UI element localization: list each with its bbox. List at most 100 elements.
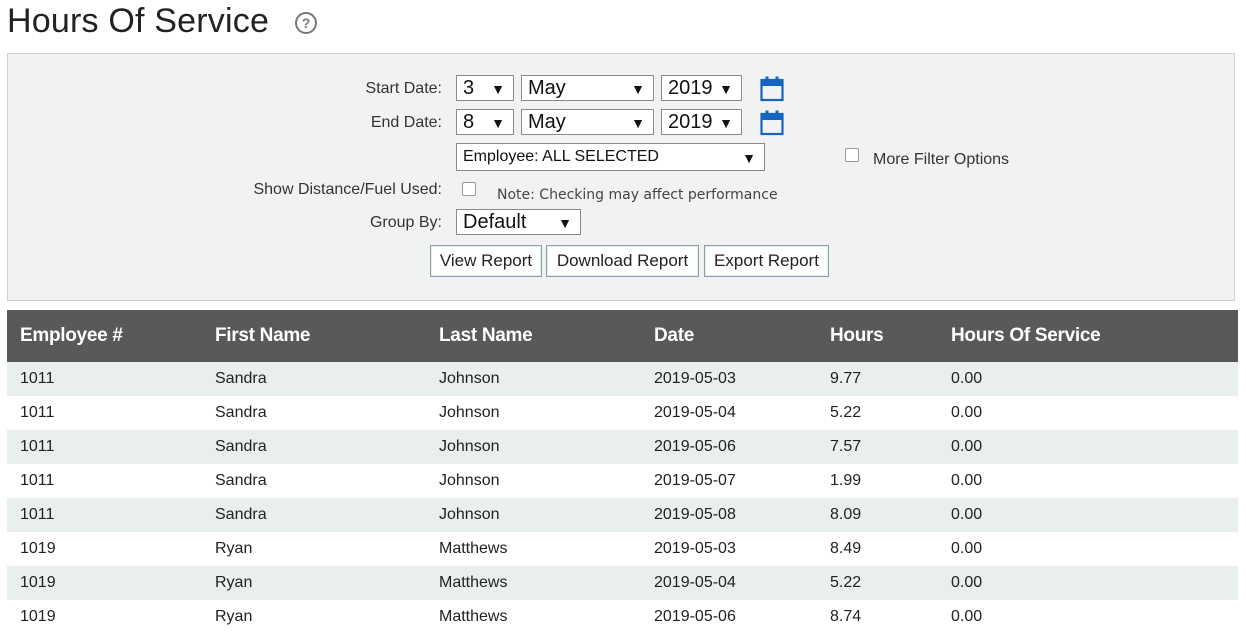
cell-hours: 5.22: [830, 404, 862, 421]
table-row: 1011 Sandra Johnson 2019-05-04 5.22 0.00: [7, 396, 1238, 430]
show-distance-label: Show Distance/Fuel Used:: [253, 181, 442, 198]
cell-employee-number: 1011: [20, 506, 55, 523]
cell-date: 2019-05-03: [654, 370, 736, 387]
end-date-calendar-icon[interactable]: [760, 110, 784, 136]
cell-hours-of-service: 0.00: [951, 370, 983, 387]
page-title: Hours Of Service: [7, 2, 270, 40]
group-by-select[interactable]: Default ▼: [456, 209, 581, 235]
cell-last-name: Johnson: [439, 472, 500, 489]
end-date-label: End Date:: [370, 114, 442, 131]
cell-hours-of-service: 0.00: [951, 574, 983, 591]
chevron-down-icon: ▼: [719, 115, 733, 131]
column-header-date[interactable]: Date: [654, 310, 830, 362]
cell-employee-number: 1011: [20, 472, 55, 489]
download-report-button[interactable]: Download Report: [546, 245, 699, 277]
cell-first-name: Ryan: [215, 608, 253, 625]
chevron-down-icon: ▼: [631, 115, 645, 131]
cell-hours: 8.09: [830, 506, 862, 523]
start-day-value: 3: [463, 77, 475, 99]
hours-of-service-table: Employee # First Name Last Name Date Hou…: [7, 310, 1238, 634]
cell-first-name: Sandra: [215, 370, 267, 387]
chevron-down-icon: ▼: [631, 81, 645, 97]
table-row: 1011 Sandra Johnson 2019-05-08 8.09 0.00: [7, 498, 1238, 532]
cell-date: 2019-05-06: [654, 608, 736, 625]
start-day-select[interactable]: 3 ▼: [456, 75, 514, 101]
cell-last-name: Johnson: [439, 370, 500, 387]
cell-hours-of-service: 0.00: [951, 472, 983, 489]
table-row: 1011 Sandra Johnson 2019-05-06 7.57 0.00: [7, 430, 1238, 464]
cell-date: 2019-05-04: [654, 574, 736, 591]
table-row: 1019 Ryan Matthews 2019-05-04 5.22 0.00: [7, 566, 1238, 600]
more-filter-options-checkbox[interactable]: [845, 148, 859, 162]
end-year-select[interactable]: 2019 ▼: [661, 109, 742, 135]
column-header-last-name[interactable]: Last Name: [439, 310, 654, 362]
employee-select[interactable]: Employee: ALL SELECTED ▼: [456, 143, 765, 171]
cell-first-name: Sandra: [215, 404, 267, 421]
column-header-employee-number[interactable]: Employee #: [7, 310, 215, 362]
cell-date: 2019-05-08: [654, 506, 736, 523]
employee-value: Employee: ALL SELECTED: [463, 148, 659, 165]
cell-first-name: Sandra: [215, 438, 267, 455]
start-date-calendar-icon[interactable]: [760, 76, 784, 102]
more-filter-options-label: More Filter Options: [873, 151, 1010, 168]
cell-last-name: Johnson: [439, 404, 500, 421]
cell-first-name: Sandra: [215, 506, 267, 523]
chevron-down-icon: ▼: [491, 115, 505, 131]
table-header-row: Employee # First Name Last Name Date Hou…: [7, 310, 1238, 362]
cell-hours-of-service: 0.00: [951, 438, 983, 455]
cell-hours: 7.57: [830, 438, 862, 455]
cell-first-name: Ryan: [215, 540, 253, 557]
export-report-button[interactable]: Export Report: [704, 245, 829, 277]
end-month-select[interactable]: May ▼: [521, 109, 654, 135]
chevron-down-icon: ▼: [558, 215, 572, 231]
cell-employee-number: 1011: [20, 404, 55, 421]
cell-employee-number: 1011: [20, 438, 55, 455]
cell-first-name: Ryan: [215, 574, 253, 591]
column-header-hours-of-service[interactable]: Hours Of Service: [951, 310, 1238, 362]
table-row: 1011 Sandra Johnson 2019-05-03 9.77 0.00: [7, 362, 1238, 396]
cell-hours-of-service: 0.00: [951, 506, 983, 523]
cell-last-name: Matthews: [439, 540, 508, 557]
cell-last-name: Matthews: [439, 574, 508, 591]
cell-hours: 1.99: [830, 472, 862, 489]
cell-hours-of-service: 0.00: [951, 540, 983, 557]
cell-employee-number: 1019: [20, 574, 56, 591]
table-row: 1011 Sandra Johnson 2019-05-07 1.99 0.00: [7, 464, 1238, 498]
cell-employee-number: 1019: [20, 540, 56, 557]
cell-hours: 9.77: [830, 370, 862, 387]
cell-date: 2019-05-04: [654, 404, 736, 421]
cell-last-name: Johnson: [439, 506, 500, 523]
cell-employee-number: 1011: [20, 370, 55, 387]
cell-employee-number: 1019: [20, 608, 56, 625]
start-date-label: Start Date:: [365, 80, 442, 97]
cell-date: 2019-05-06: [654, 438, 736, 455]
start-month-select[interactable]: May ▼: [521, 75, 654, 101]
end-day-select[interactable]: 8 ▼: [456, 109, 514, 135]
end-year-value: 2019: [668, 111, 713, 133]
start-year-value: 2019: [668, 77, 713, 99]
show-distance-checkbox[interactable]: [462, 182, 476, 196]
view-report-button[interactable]: View Report: [430, 245, 542, 277]
cell-hours: 8.49: [830, 540, 862, 557]
table-row: 1019 Ryan Matthews 2019-05-03 8.49 0.00: [7, 532, 1238, 566]
table-row: 1019 Ryan Matthews 2019-05-06 8.74 0.00: [7, 600, 1238, 634]
cell-hours-of-service: 0.00: [951, 404, 983, 421]
column-header-hours[interactable]: Hours: [830, 310, 951, 362]
end-day-value: 8: [463, 111, 475, 133]
cell-hours: 8.74: [830, 608, 862, 625]
filter-panel: Start Date: 3 ▼ May ▼ 2019 ▼ End Date: 8…: [7, 53, 1235, 301]
group-by-label: Group By:: [369, 214, 442, 231]
chevron-down-icon: ▼: [491, 81, 505, 97]
chevron-down-icon: ▼: [719, 81, 733, 97]
cell-date: 2019-05-03: [654, 540, 736, 557]
column-header-first-name[interactable]: First Name: [215, 310, 439, 362]
chevron-down-icon: ▼: [742, 150, 756, 166]
start-year-select[interactable]: 2019 ▼: [661, 75, 742, 101]
start-month-value: May: [528, 77, 566, 99]
cell-hours-of-service: 0.00: [951, 608, 983, 625]
cell-last-name: Johnson: [439, 438, 500, 455]
group-by-value: Default: [463, 211, 527, 233]
cell-first-name: Sandra: [215, 472, 267, 489]
cell-hours: 5.22: [830, 574, 862, 591]
help-icon[interactable]: ?: [295, 12, 317, 34]
